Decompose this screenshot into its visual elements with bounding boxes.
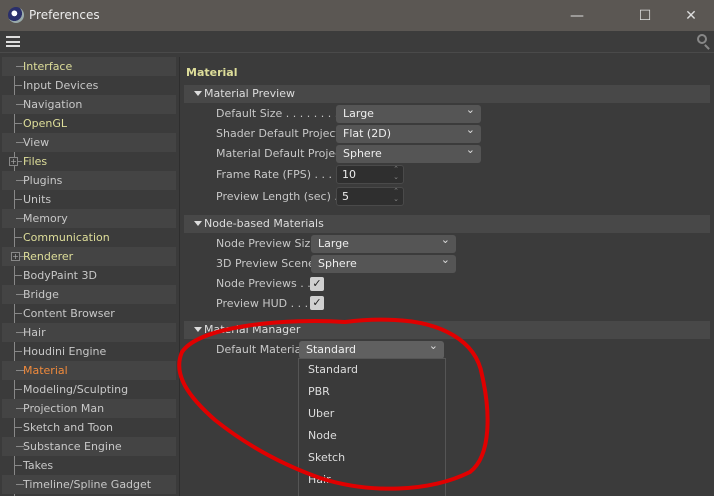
minimize-button[interactable]: — xyxy=(562,6,592,26)
maximize-button[interactable]: ☐ xyxy=(630,6,660,26)
sidebar-item[interactable]: Communication xyxy=(0,228,178,247)
preview-scene-dropdown[interactable]: Sphere xyxy=(311,251,456,273)
shader-default-project-dropdown[interactable]: Flat (2D) xyxy=(336,121,481,143)
node-preview-size-dropdown[interactable]: Large xyxy=(311,231,456,253)
sidebar-item-label: Content Browser xyxy=(23,307,115,320)
sidebar-item-label: Navigation xyxy=(23,98,83,111)
search-icon[interactable] xyxy=(697,34,707,44)
default-material-dropdown[interactable]: Standard xyxy=(299,337,444,359)
section-material-manager[interactable]: Material Manager xyxy=(184,321,710,339)
sidebar-item[interactable]: Input Devices xyxy=(0,76,178,95)
toolbar xyxy=(0,31,714,53)
sidebar-item-label: Houdini Engine xyxy=(23,345,107,358)
sidebar-item[interactable]: View xyxy=(2,133,176,152)
preview-hud-checkbox[interactable]: ✓ xyxy=(310,296,324,310)
window-title: Preferences xyxy=(29,8,100,22)
sidebar-item-label: Interface xyxy=(23,60,73,73)
dropdown-option[interactable]: Hair xyxy=(299,469,445,491)
sidebar-item[interactable]: Content Browser xyxy=(0,304,178,323)
frame-rate-label: Frame Rate (FPS) . . . . xyxy=(216,168,339,181)
sidebar-item-label: Substance Engine xyxy=(23,440,122,453)
sidebar-item[interactable]: Bridge xyxy=(2,285,176,304)
sidebar-item[interactable]: + Renderer xyxy=(2,247,176,266)
divider xyxy=(179,57,180,496)
app-logo-icon xyxy=(8,7,24,23)
sidebar-item[interactable]: Projection Man xyxy=(2,399,176,418)
sidebar: Interface Input Devices Navigation OpenGL Vi… xyxy=(0,57,178,494)
sidebar-item-label: Units xyxy=(23,193,52,206)
preview-hud-label: Preview HUD . . . xyxy=(216,297,309,310)
sidebar-item-label: OpenGL xyxy=(23,117,68,130)
sidebar-item[interactable]: Sketch and Toon xyxy=(0,418,178,437)
menu-icon[interactable] xyxy=(6,36,20,47)
sidebar-item-label: View xyxy=(23,136,50,149)
sidebar-item[interactable]: Units xyxy=(0,190,178,209)
sidebar-item[interactable]: Navigation xyxy=(2,95,176,114)
sidebar-item-label: BodyPaint 3D xyxy=(23,269,97,282)
sidebar-item[interactable]: Plugins xyxy=(2,171,176,190)
sidebar-item[interactable]: OpenGL xyxy=(0,114,178,133)
close-button[interactable]: ✕ xyxy=(676,6,706,26)
sidebar-item-label: Bridge xyxy=(23,288,59,301)
node-preview-size-label: Node Preview Size xyxy=(216,237,318,250)
sidebar-item-label: Input Devices xyxy=(23,79,99,92)
sidebar-item[interactable]: Takes xyxy=(0,456,178,475)
title-bar xyxy=(0,0,714,31)
sidebar-item-label: Plugins xyxy=(23,174,63,187)
material-default-project-label: Material Default Project xyxy=(216,147,346,160)
node-previews-checkbox[interactable]: ✓ xyxy=(310,277,324,291)
sidebar-item-label: Modeling/Sculpting xyxy=(23,383,129,396)
sidebar-item[interactable]: BodyPaint 3D xyxy=(0,266,178,285)
sidebar-item[interactable]: Interface xyxy=(2,57,176,76)
dropdown-option[interactable]: Sketch xyxy=(299,447,445,469)
dropdown-option[interactable]: Node xyxy=(299,425,445,447)
frame-rate-stepper[interactable]: 10 xyxy=(336,165,404,184)
shader-default-project-label: Shader Default Project xyxy=(216,127,340,140)
dropdown-option[interactable]: PBR xyxy=(299,381,445,403)
node-previews-label: Node Previews . . xyxy=(216,277,311,290)
sidebar-item-label: Renderer xyxy=(23,250,74,263)
sidebar-item[interactable]: + Files xyxy=(0,152,178,171)
preview-scene-label: 3D Preview Scene xyxy=(216,257,315,270)
sidebar-item[interactable]: Memory xyxy=(2,209,176,228)
page-title: Material xyxy=(186,66,238,79)
sidebar-item-label: Files xyxy=(23,155,48,168)
sidebar-item-label: Material xyxy=(23,364,68,377)
sidebar-item-label: Takes xyxy=(23,459,54,472)
default-material-options: Standard PBR Uber Node Sketch Hair xyxy=(298,358,446,496)
default-size-dropdown[interactable]: Large xyxy=(336,101,481,123)
sidebar-item-label: Projection Man xyxy=(23,402,105,415)
expand-icon[interactable]: + xyxy=(11,252,20,261)
sidebar-item[interactable]: Material xyxy=(2,361,176,380)
sidebar-item[interactable]: Timeline/Spline Gadget xyxy=(2,475,176,494)
material-default-project-dropdown[interactable]: Sphere xyxy=(336,141,481,163)
sidebar-item-label: Hair xyxy=(23,326,46,339)
sidebar-item[interactable]: Substance Engine xyxy=(2,437,176,456)
sidebar-item-label: Sketch and Toon xyxy=(23,421,114,434)
sidebar-item-label: Memory xyxy=(23,212,68,225)
dropdown-option[interactable]: Uber xyxy=(299,403,445,425)
preview-length-label: Preview Length (sec) . . xyxy=(216,190,345,203)
dropdown-option[interactable]: Standard xyxy=(299,359,445,381)
sidebar-item[interactable]: Houdini Engine xyxy=(0,342,178,361)
sidebar-item[interactable]: Modeling/Sculpting xyxy=(0,380,178,399)
expand-icon[interactable]: + xyxy=(9,157,18,166)
preview-length-stepper[interactable]: 5 xyxy=(336,187,404,206)
section-material-preview[interactable]: Material Preview xyxy=(184,85,710,103)
default-size-label: Default Size . . . . . . . . xyxy=(216,107,339,120)
default-material-label: Default Material xyxy=(216,343,305,356)
sidebar-item-label: Timeline/Spline Gadget xyxy=(23,478,152,491)
sidebar-item-label: Communication xyxy=(23,231,110,244)
sidebar-item[interactable]: Hair xyxy=(2,323,176,342)
